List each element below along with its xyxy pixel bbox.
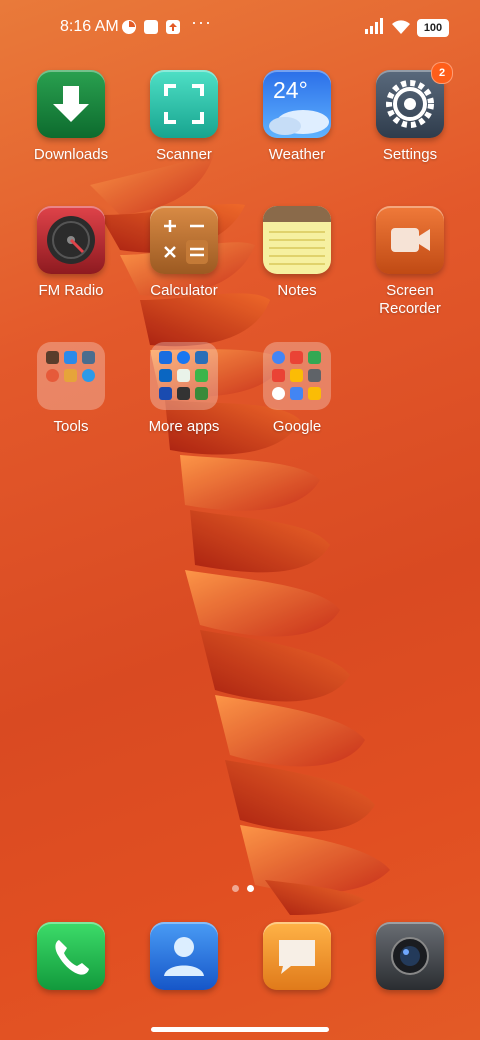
folder-label: More apps [148,418,220,435]
notification-badge: 2 [431,62,453,84]
app-label: Weather [268,146,326,163]
app-label: Scanner [156,146,212,163]
app-fm-radio[interactable]: FM Radio [16,206,126,300]
app-screen-recorder[interactable]: Screen Recorder [355,206,465,318]
app-label: Screen Recorder [379,282,441,317]
folder-tools[interactable]: Tools [16,342,126,436]
camera-icon [376,922,444,990]
dock-phone[interactable] [16,922,126,990]
more-apps-folder-icon [150,342,218,410]
weather-icon: 24° [263,70,331,138]
downloads-icon [37,70,105,138]
status-time: 8:16 AM [60,18,119,35]
upload-notification-icon [166,20,180,34]
calculator-icon [150,206,218,274]
app-label: FM Radio [38,282,104,299]
dock-contacts[interactable] [129,922,239,990]
messages-icon [263,922,331,990]
app-notes[interactable]: Notes [242,206,352,300]
app-label: Calculator [150,282,218,299]
app-label: Settings [382,146,438,163]
app-label: Downloads [33,146,109,163]
notes-icon [263,206,331,274]
folder-google[interactable]: Google [242,342,352,436]
screen-recorder-icon [376,206,444,274]
dock-messages[interactable] [242,922,352,990]
status-bar: 8:16 AM ··· 100 [0,0,480,56]
wifi-icon [392,20,410,34]
dock-camera[interactable] [355,922,465,990]
scanner-icon [150,70,218,138]
notification-square-icon [144,20,158,34]
phone-icon [37,922,105,990]
fm-radio-icon [37,206,105,274]
folder-label: Google [272,418,322,435]
page-dot[interactable] [232,885,239,892]
folder-label: Tools [53,418,89,435]
app-weather[interactable]: 24° Weather [242,70,352,164]
notification-app-icon [122,20,136,34]
app-scanner[interactable]: Scanner [129,70,239,164]
contacts-icon [150,922,218,990]
app-calculator[interactable]: Calculator [129,206,239,300]
more-notifications-icon: ··· [191,12,212,32]
page-indicator [228,879,258,897]
app-downloads[interactable]: Downloads [16,70,126,164]
page-dot-active[interactable] [247,885,254,892]
home-indicator[interactable] [151,1027,329,1032]
folder-more-apps[interactable]: More apps [129,342,239,436]
app-settings[interactable]: 2 Settings [355,62,465,164]
battery-indicator: 100 [417,19,449,37]
google-folder-icon [263,342,331,410]
signal-icon [365,18,383,34]
tools-folder-icon [37,342,105,410]
app-label: Notes [277,282,317,299]
